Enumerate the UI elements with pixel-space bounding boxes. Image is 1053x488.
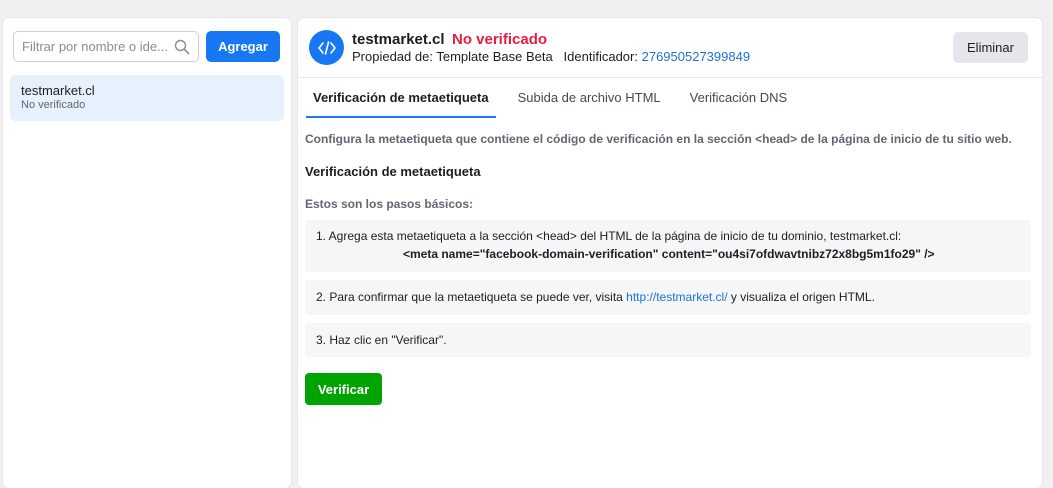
step-3-text: 3. Haz clic en "Verificar". [316,333,447,347]
tab-meta-tag[interactable]: Verificación de metaetiqueta [306,78,496,118]
search-icon[interactable] [174,39,190,55]
step-1: 1. Agrega esta metaetiqueta a la sección… [305,220,1031,272]
verify-button[interactable]: Verificar [305,373,382,405]
tab-html-upload[interactable]: Subida de archivo HTML [511,78,668,118]
delete-button[interactable]: Eliminar [953,32,1028,63]
search-box[interactable] [13,31,199,62]
intro-text: Configura la metaetiqueta que contiene e… [305,132,1012,146]
step-3: 3. Haz clic en "Verificar". [305,323,1031,357]
code-icon [309,30,344,65]
owner-value: Template Base Beta [436,49,553,64]
domain-item-name: testmarket.cl [21,83,95,98]
step-2-suffix: y visualiza el origen HTML. [727,290,875,304]
domain-list-item[interactable]: testmarket.cl No verificado [10,75,284,121]
id-label: Identificador: [563,49,638,64]
verification-status: No verificado [452,31,548,48]
id-value[interactable]: 276950527399849 [642,49,750,64]
domain-detail-panel: testmarket.cl No verificado Propiedad de… [298,18,1042,488]
search-row: Agregar [13,31,281,62]
section-title: Verificación de metaetiqueta [305,164,481,179]
domain-item-status: No verificado [21,99,86,111]
site-link[interactable]: http://testmarket.cl/ [626,290,727,304]
domains-sidebar: Agregar testmarket.cl No verificado [3,18,291,488]
domain-title: testmarket.cl [352,31,445,48]
meta-tag-code: <meta name="facebook-domain-verification… [403,247,935,261]
domain-meta: Propiedad de: Template Base Beta Identif… [352,49,750,65]
owner-label: Propiedad de: [352,49,433,64]
step-2-prefix: 2. Para confirmar que la metaetiqueta se… [316,290,627,304]
steps-intro: Estos son los pasos básicos: [305,197,474,211]
step-2: 2. Para confirmar que la metaetiqueta se… [305,280,1031,315]
verification-tabs: Verificación de metaetiqueta Subida de a… [306,78,809,118]
add-button[interactable]: Agregar [206,31,280,62]
step-1-text: 1. Agrega esta metaetiqueta a la sección… [316,229,902,243]
filter-input[interactable] [22,32,170,61]
domain-header: testmarket.cl No verificado Propiedad de… [298,18,1042,78]
tab-dns[interactable]: Verificación DNS [683,78,795,118]
